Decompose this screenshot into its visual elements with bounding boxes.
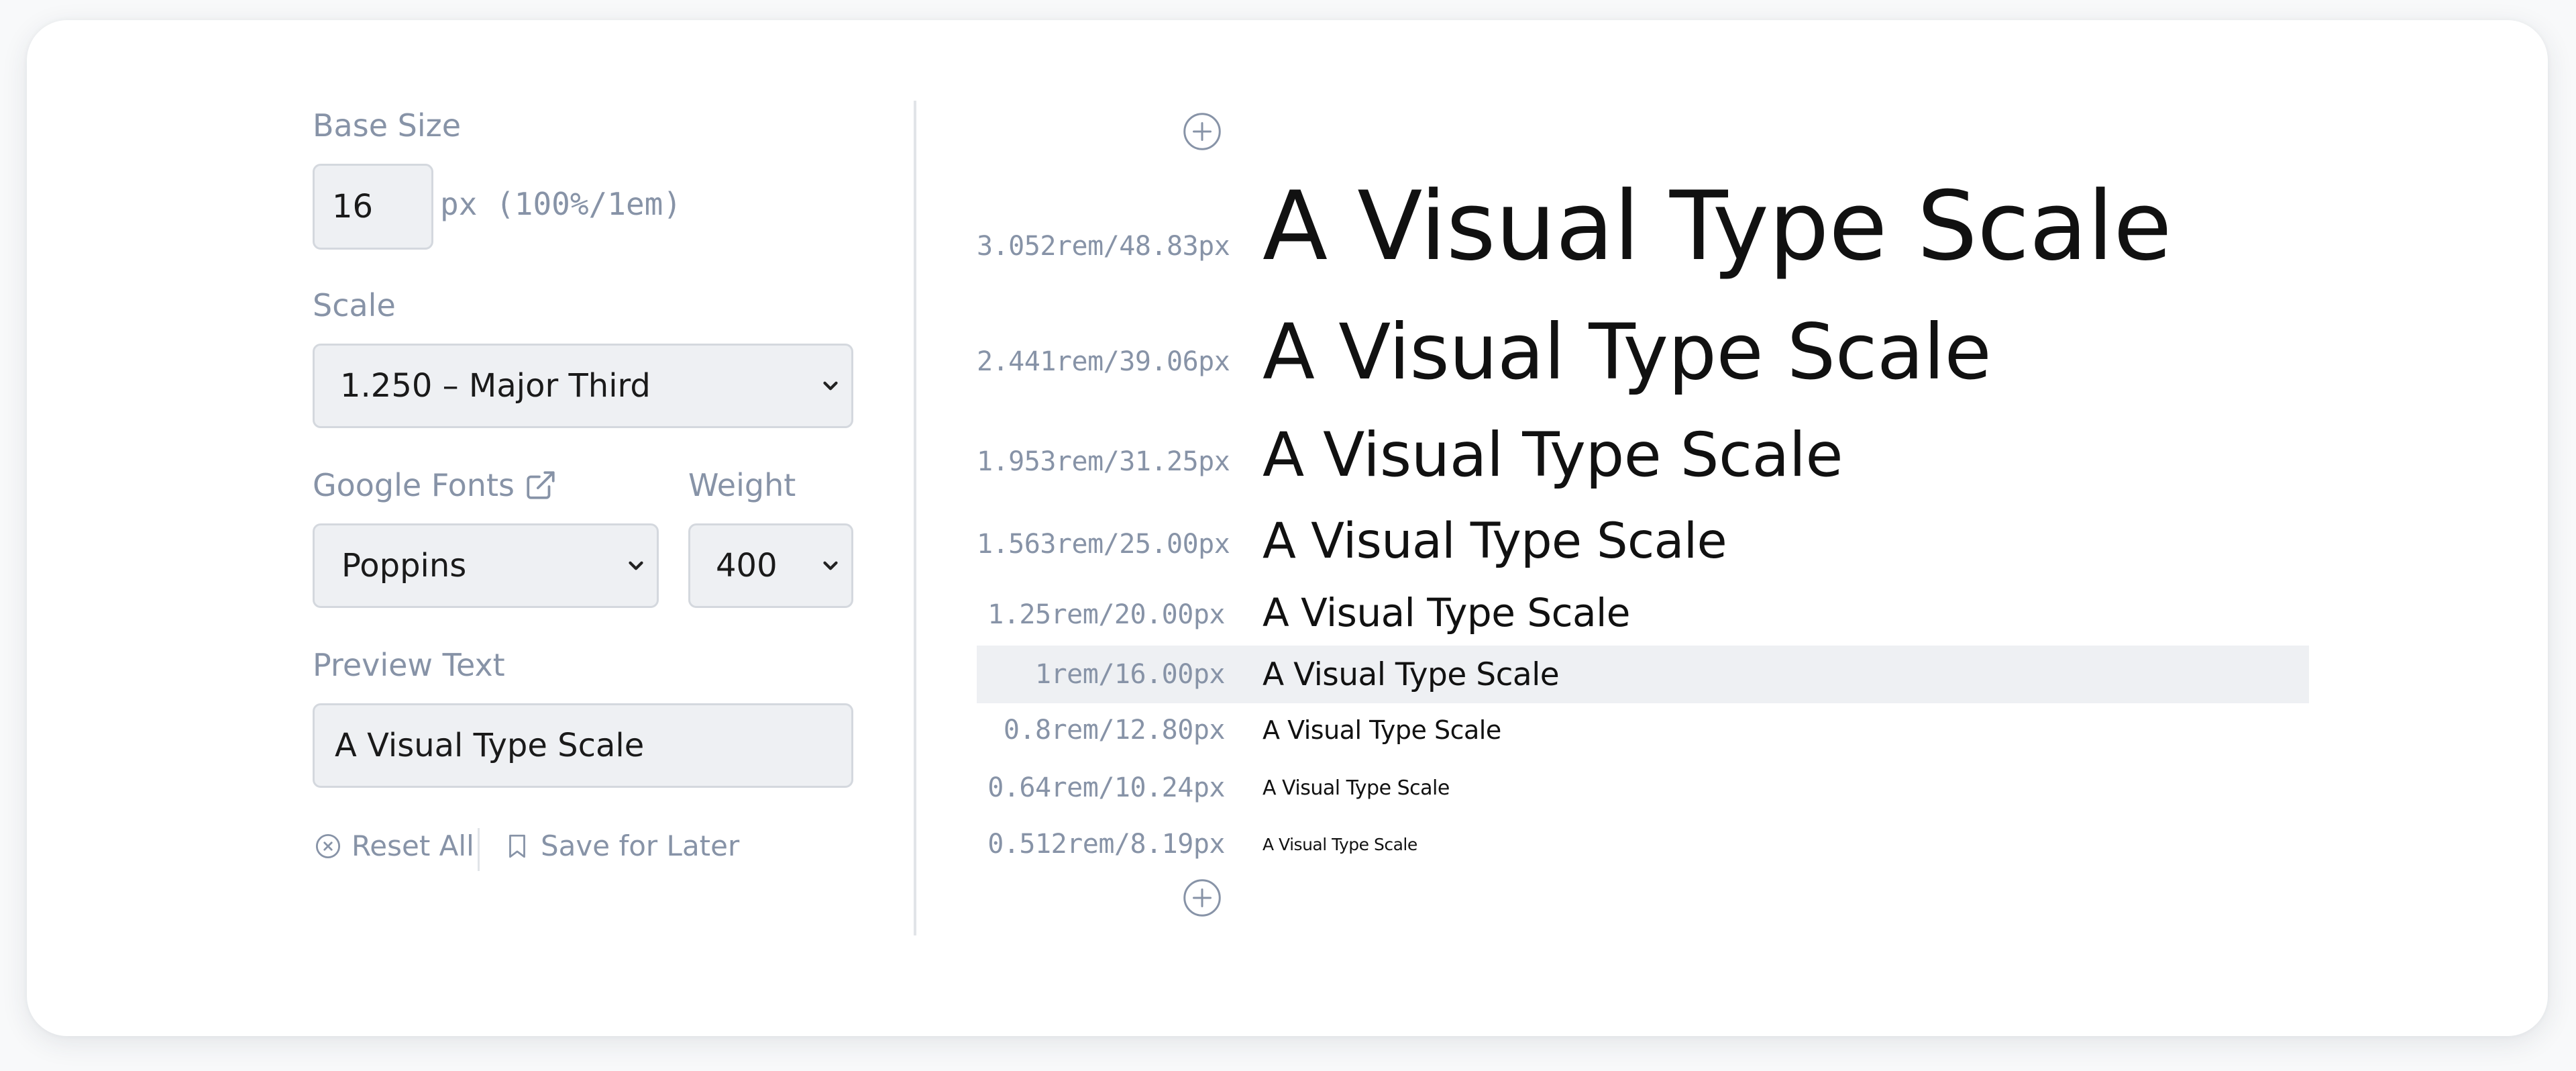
chevron-down-icon [823,561,838,570]
scale-row: 1.953rem/31.25px A Visual Type Scale [977,419,2309,491]
weight-label: Weight [688,467,796,503]
scale-row-sample: A Visual Type Scale [1263,590,1630,635]
scale-row: 0.64rem/10.24px A Visual Type Scale [977,769,2309,807]
chevron-down-icon [629,561,643,570]
scale-row-sample: A Visual Type Scale [1263,776,1450,800]
preview-text-label: Preview Text [313,647,505,683]
scale-row-size: 0.512rem/8.19px [987,829,1225,860]
base-size-label: Base Size [313,107,462,144]
bookmark-icon [509,834,525,858]
scale-row: 1.563rem/25.00px A Visual Type Scale [977,512,2309,570]
reset-all-button[interactable]: Reset All [314,829,474,862]
scale-select-value: 1.250 – Major Third [340,367,651,405]
scale-row-size: 1.25rem/20.00px [987,599,1225,630]
scale-row-sample: A Visual Type Scale [1263,656,1560,693]
panel-divider [914,101,916,935]
scale-row-sample: A Visual Type Scale [1263,834,1417,854]
scale-label: Scale [313,287,396,323]
font-select[interactable]: Poppins [313,523,659,608]
reset-all-label: Reset All [352,829,474,862]
save-for-later-button[interactable]: Save for Later [503,829,739,862]
plus-circle-icon[interactable] [1182,111,1222,152]
preview-text-input[interactable]: A Visual Type Scale [313,703,853,788]
plus-circle-icon[interactable] [1182,878,1222,918]
x-circle-icon [315,833,341,858]
scale-row-sample: A Visual Type Scale [1263,307,1992,397]
scale-row-size: 3.052rem/48.83px [977,231,1230,262]
scale-row-size: 1.953rem/31.25px [977,446,1230,477]
scale-row-sample: A Visual Type Scale [1263,419,1843,491]
base-size-input[interactable]: 16 [313,164,433,250]
scale-row: 3.052rem/48.83px A Visual Type Scale [977,171,2309,282]
scale-row: 0.512rem/8.19px A Visual Type Scale [977,825,2309,863]
scale-row-sample: A Visual Type Scale [1263,715,1501,745]
external-link-icon [527,471,555,499]
chevron-down-icon [823,381,838,391]
scale-row-size: 0.8rem/12.80px [1003,715,1226,746]
save-for-later-label: Save for Later [541,829,740,862]
scale-row-sample: A Visual Type Scale [1263,512,1727,570]
google-fonts-label: Google Fonts [313,467,515,503]
scale-row: 2.441rem/39.06px A Visual Type Scale [977,307,2309,397]
scale-row-sample: A Visual Type Scale [1263,170,2172,282]
weight-select[interactable]: 400 [688,523,853,608]
scale-row-size: 1.563rem/25.00px [977,529,1230,560]
scale-select[interactable]: 1.250 – Major Third [313,344,853,428]
weight-select-value: 400 [716,547,777,584]
font-select-value: Poppins [341,547,467,584]
google-fonts-link[interactable]: Google Fonts [313,467,557,503]
base-size-unit: px (100%/1em) [440,186,682,222]
scale-row-size: 0.64rem/10.24px [987,772,1225,803]
scale-row: 0.8rem/12.80px A Visual Type Scale [977,711,2309,749]
scale-row-size: 1rem/16.00px [1035,659,1225,690]
scale-row-base: 1rem/16.00px A Visual Type Scale [977,646,2309,703]
scale-row-size: 2.441rem/39.06px [977,346,1230,377]
actions-divider [478,828,480,871]
scale-row: 1.25rem/20.00px A Visual Type Scale [977,590,2309,635]
